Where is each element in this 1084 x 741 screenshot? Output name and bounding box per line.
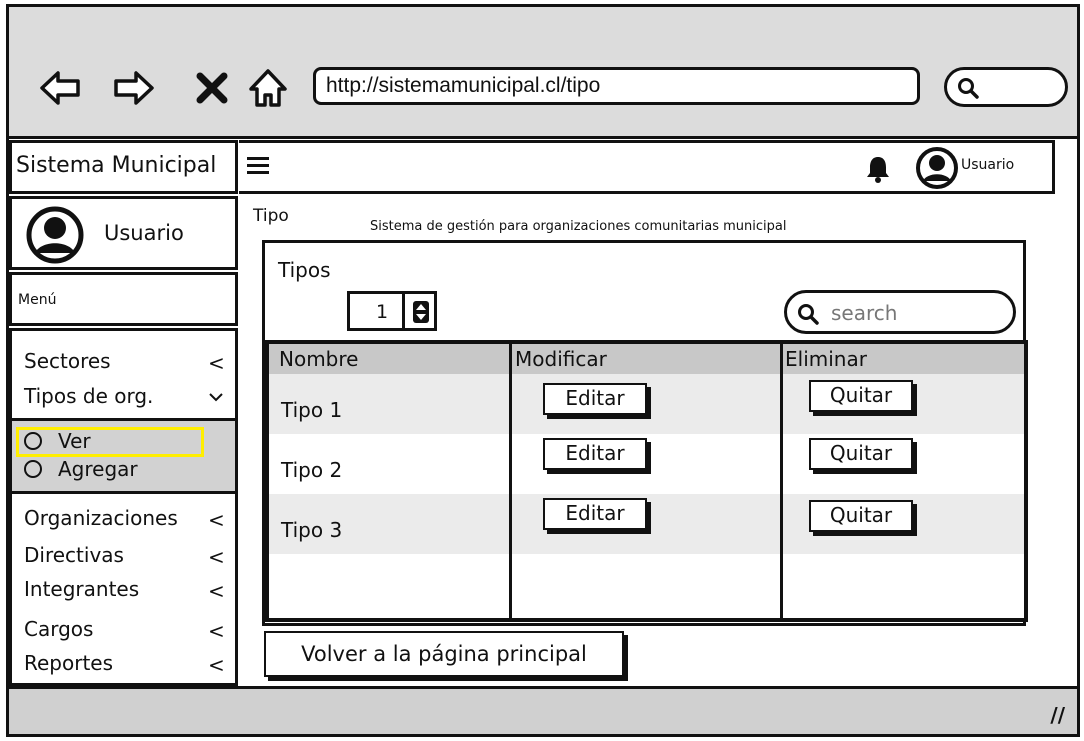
chevron-left-icon[interactable]: <	[208, 619, 225, 643]
sidebar-item-integrantes[interactable]: Integrantes	[24, 577, 139, 601]
stepper-value: 1	[376, 301, 389, 323]
back-to-home-button[interactable]: Volver a la página principal	[264, 631, 624, 677]
resize-handle-icon[interactable]: //	[1050, 703, 1065, 727]
browser-search-box[interactable]	[944, 67, 1068, 107]
chevron-left-icon[interactable]: <	[208, 545, 225, 569]
edit-button[interactable]: Editar	[543, 438, 647, 470]
bell-icon[interactable]	[865, 155, 891, 183]
page-title: Tipo	[253, 206, 289, 226]
panel-title: Tipos	[278, 258, 331, 282]
edit-button[interactable]: Editar	[543, 498, 647, 530]
submenu-item-label: Agregar	[58, 457, 138, 481]
submenu-tipos: Ver Agregar	[12, 418, 235, 494]
table-header	[269, 344, 1024, 374]
hamburger-menu-icon[interactable]	[247, 156, 269, 176]
column-divider	[780, 344, 783, 618]
address-bar[interactable]: http://sistemamunicipal.cl/tipo	[313, 67, 920, 105]
sidebar-user-name: Usuario	[104, 221, 184, 245]
browser-toolbar: http://sistemamunicipal.cl/tipo	[9, 7, 1077, 139]
cell-nombre: Tipo 1	[281, 398, 343, 422]
column-header-nombre: Nombre	[279, 347, 359, 371]
avatar-icon[interactable]	[915, 146, 959, 190]
chevron-left-icon[interactable]: <	[208, 351, 225, 375]
remove-button[interactable]: Quitar	[809, 380, 913, 412]
edit-button[interactable]: Editar	[543, 383, 647, 415]
column-header-eliminar: Eliminar	[785, 347, 867, 371]
chevron-left-icon[interactable]: <	[208, 508, 225, 532]
submenu-item-label: Ver	[58, 429, 91, 453]
sidebar-item-reportes[interactable]: Reportes	[24, 651, 113, 675]
submenu-item-ver[interactable]: Ver	[24, 429, 91, 453]
chevron-left-icon[interactable]: <	[208, 579, 225, 603]
close-icon[interactable]	[191, 67, 233, 109]
page-subtitle: Sistema de gestión para organizaciones c…	[370, 219, 787, 234]
search-icon	[958, 78, 979, 99]
remove-button[interactable]: Quitar	[809, 500, 913, 532]
radio-icon	[24, 460, 42, 478]
menu-label: Menú	[9, 272, 238, 326]
submenu-item-agregar[interactable]: Agregar	[24, 457, 138, 481]
cell-nombre: Tipo 2	[281, 458, 343, 482]
stepper-divider	[402, 294, 405, 328]
header-user-label[interactable]: Usuario	[961, 157, 1014, 173]
back-arrow-icon[interactable]	[39, 67, 81, 109]
stepper-arrows-icon[interactable]	[412, 300, 430, 324]
remove-button[interactable]: Quitar	[809, 438, 913, 470]
home-icon[interactable]	[247, 67, 289, 109]
column-header-modificar: Modificar	[515, 347, 607, 371]
radio-icon	[24, 432, 42, 450]
search-icon	[798, 304, 819, 325]
page-stepper[interactable]: 1	[347, 291, 437, 331]
sidebar-item-organizaciones[interactable]: Organizaciones	[24, 506, 178, 530]
sidebar-item-tipos-de-org[interactable]: Tipos de org.	[24, 384, 153, 408]
status-bar: //	[9, 686, 1077, 734]
app-brand: Sistema Municipal	[9, 140, 238, 194]
avatar-icon	[26, 206, 84, 264]
types-table: Nombre Modificar Eliminar Tipo 1 Editar …	[265, 340, 1028, 622]
sidebar-nav: Sectores < Tipos de org. Ver Agregar Org…	[9, 328, 238, 686]
forward-arrow-icon[interactable]	[113, 67, 155, 109]
sidebar-item-directivas[interactable]: Directivas	[24, 543, 124, 567]
search-input[interactable]: search	[784, 290, 1016, 334]
search-placeholder: search	[831, 301, 898, 325]
chevron-left-icon[interactable]: <	[208, 653, 225, 677]
app-header: Usuario	[239, 140, 1055, 194]
chevron-down-icon[interactable]	[208, 391, 224, 403]
sidebar-item-cargos[interactable]: Cargos	[24, 617, 93, 641]
sidebar-item-sectores[interactable]: Sectores	[24, 349, 111, 373]
sidebar-user-card: Usuario	[9, 196, 238, 270]
cell-nombre: Tipo 3	[281, 518, 343, 542]
column-divider	[509, 344, 512, 618]
